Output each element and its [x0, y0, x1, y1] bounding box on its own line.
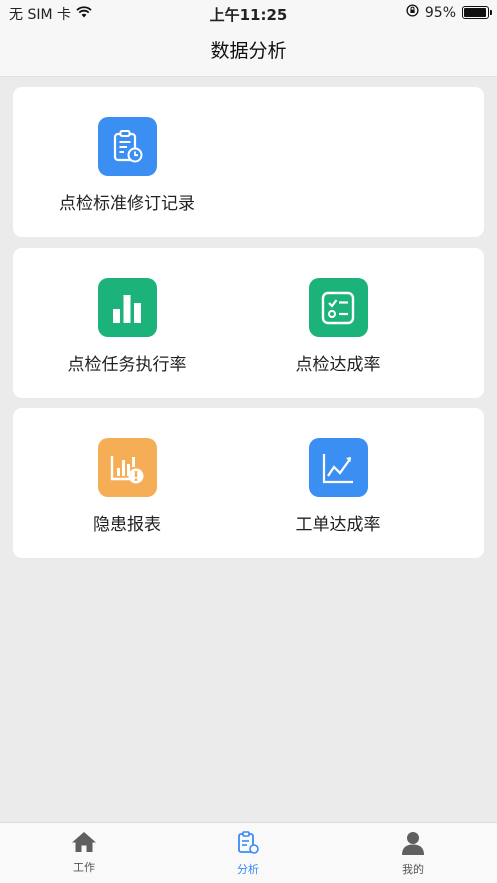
status-right: 95% [406, 4, 492, 21]
tile-standard-revision-record[interactable]: 点检标准修订记录 [27, 117, 227, 214]
line-chart-icon [308, 438, 368, 497]
nav-bar: 数据分析 [0, 26, 497, 77]
tab-label: 分析 [237, 863, 259, 876]
tab-mine[interactable]: 我的 [353, 831, 473, 877]
tile-label: 隐患报表 [93, 515, 161, 535]
tab-bar: 工作 分析 我的 [0, 822, 497, 883]
analysis-icon [236, 831, 260, 859]
tile-label: 工单达成率 [295, 515, 381, 535]
home-icon [71, 832, 97, 857]
person-icon [401, 832, 425, 859]
hazard-report-icon [97, 438, 157, 497]
tile-hazard-report[interactable]: 隐患报表 [27, 438, 227, 535]
clipboard-clock-icon [97, 117, 157, 176]
tile-work-order-completion-rate[interactable]: 工单达成率 [238, 438, 438, 535]
bar-chart-icon [97, 278, 157, 337]
battery-icon [462, 6, 492, 19]
tab-label: 工作 [73, 861, 95, 874]
battery-percent: 95% [424, 4, 456, 21]
tile-label: 点检任务执行率 [67, 355, 187, 375]
card-inspection: 点检任务执行率 点检达成率 [13, 248, 484, 398]
tile-inspection-completion-rate[interactable]: 点检达成率 [238, 278, 438, 375]
status-bar: 无 SIM 卡 上午11:25 95% [0, 0, 497, 26]
tile-label: 点检达成率 [295, 355, 381, 375]
tab-work[interactable]: 工作 [24, 831, 144, 875]
rotation-lock-icon [406, 4, 419, 21]
checklist-icon [308, 278, 368, 337]
card-reports: 隐患报表 工单达成率 [13, 408, 484, 558]
page-title: 数据分析 [210, 40, 287, 62]
card-revision: 点检标准修订记录 [13, 87, 484, 237]
tile-label: 点检标准修订记录 [59, 194, 195, 214]
tile-task-execution-rate[interactable]: 点检任务执行率 [27, 278, 227, 375]
tab-analysis[interactable]: 分析 [188, 831, 308, 877]
tab-label: 我的 [402, 863, 424, 876]
